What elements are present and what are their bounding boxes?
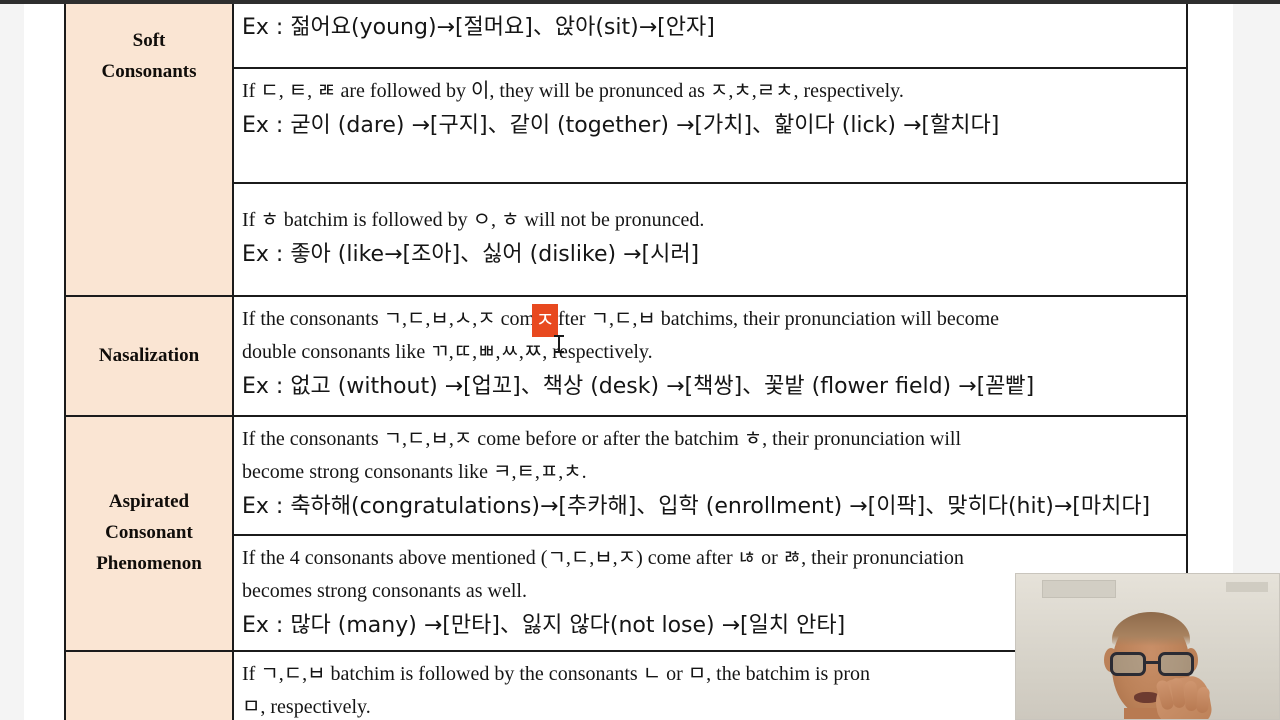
glasses-lens-right (1158, 652, 1194, 676)
rule-line: Ex : 없고 (without) →[업꼬]、책상 (desk) →[책쌍]、… (242, 373, 1035, 399)
table-row: Soft Consonants Ex : 젊어요(young)→[절머요]、앉아… (66, 4, 1186, 295)
rule-line: Ex : 축하해(congratulations)→[추카해]、입학 (enro… (242, 493, 1151, 519)
rule-line: Ex : 좋아 (like→[조아]、싫어 (dislike) →[시러] (242, 241, 700, 267)
row-label-soft-consonants: Soft Consonants (66, 4, 234, 295)
page-gutter-left (0, 0, 24, 720)
webcam-video-overlay[interactable] (1015, 573, 1280, 720)
rule-line: If ㄷ, ㅌ, ㄾ are followed by 이, they will … (242, 80, 904, 102)
text-ibeam-cursor (554, 334, 564, 354)
row-label-line: Consonant (105, 522, 193, 544)
rule-block[interactable]: If the consonants ㄱ,ㄷ,ㅂ,ㅈ come before or… (234, 417, 1186, 534)
row-label-line: Consonants (101, 60, 197, 82)
rule-line: If the consonants ㄱ,ㄷ,ㅂ,ㅈ come before or… (242, 428, 962, 450)
webcam-ceiling-vent (1042, 580, 1116, 598)
row-label-empty (66, 652, 234, 720)
glasses-lens-left (1110, 652, 1146, 676)
rule-line: If the consonants ㄱ,ㄷ,ㅂ,ㅅ,ㅈ come after ㄱ… (242, 308, 1000, 330)
row-label-line: Aspirated (108, 491, 190, 513)
rule-line: double consonants like ㄲ,ㄸ,ㅃ,ㅆ,ㅉ, respec… (242, 340, 653, 363)
row-content-soft-consonants: Ex : 젊어요(young)→[절머요]、앉아(sit)→[안자] If ㄷ,… (234, 4, 1186, 295)
ibeam-stem (558, 336, 560, 352)
table-row: Nasalization If the consonants ㄱ,ㄷ,ㅂ,ㅅ,ㅈ… (66, 295, 1186, 415)
row-label-line: Soft (132, 30, 166, 51)
rule-line: Ex : 굳이 (dare) →[구지]、같이 (together) →[가치]… (242, 112, 1000, 138)
row-label-nasalization: Nasalization (66, 297, 234, 415)
glasses-bridge (1146, 661, 1158, 664)
row-label-aspirated-consonant-phenomenon: Aspirated Consonant Phenomenon (66, 417, 234, 650)
rule-block[interactable]: If ㄷ, ㅌ, ㄾ are followed by 이, they will … (234, 67, 1186, 182)
rule-line: become strong consonants like ㅋ,ㅌ,ㅍ,ㅊ. (242, 460, 587, 483)
screen: Soft Consonants Ex : 젊어요(young)→[절머요]、앉아… (0, 0, 1280, 720)
row-label-line: Nasalization (98, 344, 200, 366)
selected-jamo-glyph: ㅈ (535, 308, 555, 332)
webcam-ceiling-panel (1226, 582, 1268, 592)
row-content-nasalization: If the consonants ㄱ,ㄷ,ㅂ,ㅅ,ㅈ come after ㄱ… (234, 297, 1186, 415)
rule-block[interactable]: Ex : 젊어요(young)→[절머요]、앉아(sit)→[안자] (234, 4, 1186, 67)
webcam-person-glasses (1108, 652, 1196, 678)
rule-line: If the 4 consonants above mentioned (ㄱ,ㄷ… (242, 547, 964, 569)
rule-block[interactable]: If the consonants ㄱ,ㄷ,ㅂ,ㅅ,ㅈ come after ㄱ… (234, 297, 1186, 415)
row-label-line: Phenomenon (96, 552, 202, 574)
rule-line: If ㅎ batchim is followed by ㅇ, ㅎ will no… (242, 209, 705, 231)
rule-line: Ex : 젊어요(young)→[절머요]、앉아(sit)→[안자] (242, 15, 715, 40)
rule-block[interactable]: If ㅎ batchim is followed by ㅇ, ㅎ will no… (234, 182, 1186, 293)
ibeam-bottom-cap (554, 351, 564, 353)
